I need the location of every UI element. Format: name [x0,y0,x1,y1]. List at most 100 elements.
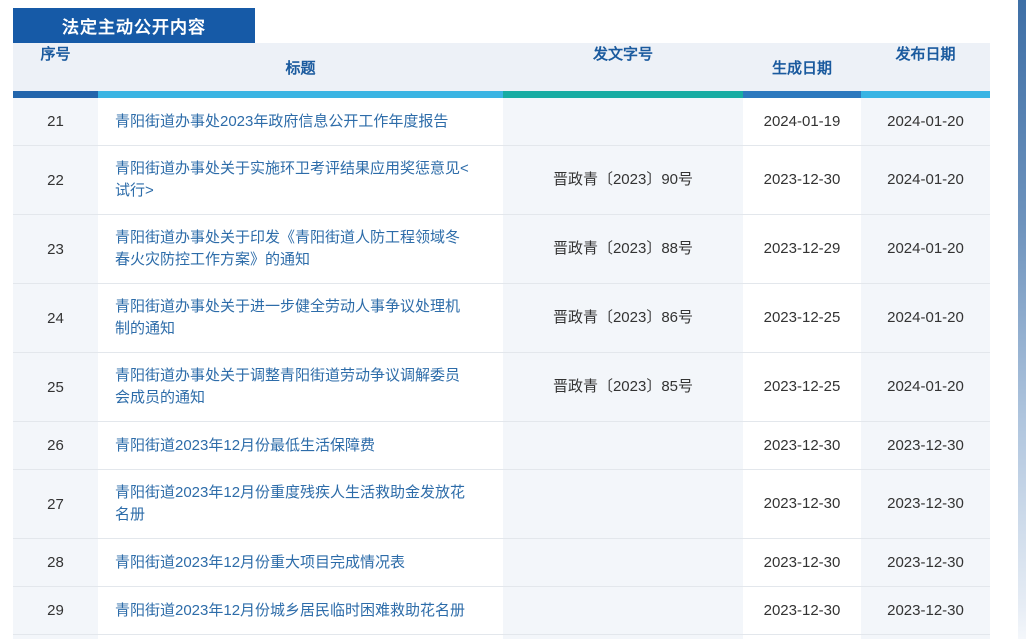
table-body: 21 青阳街道办事处2023年政府信息公开工作年度报告 2024-01-19 2… [13,98,990,639]
published-date-cell: 2023-12-30 [861,587,990,634]
row-index: 27 [13,470,98,538]
title-link[interactable]: 青阳街道2023年12月份重度残疾人生活救助金发放花名册 [115,482,471,526]
section-tab-label: 法定主动公开内容 [62,18,206,37]
table-row: 27 青阳街道2023年12月份重度残疾人生活救助金发放花名册 2023-12-… [13,470,990,539]
title-link[interactable]: 青阳街道2023年12月份最低生活保障费 [115,435,375,457]
row-index: 24 [13,284,98,352]
created-date-cell: 2023-12-30 [743,588,861,634]
table-row: 24 青阳街道办事处关于进一步健全劳动人事争议处理机制的通知 晋政青〔2023〕… [13,284,990,353]
column-header-doc-number: 发文字号 [592,46,653,63]
created-date-cell: 2023-12-29 [743,226,861,272]
published-date: 2023-12-30 [887,436,964,454]
title-cell: 青阳街道办事处2023年政府信息公开工作年度报告 [98,99,503,145]
created-date-cell: 2023-12-30 [743,540,861,586]
doc-number: 晋政青〔2023〕88号 [552,240,694,257]
published-date-cell: 2024-01-20 [861,284,990,352]
title-cell: 青阳街道2023年12月份城乡居民临时困难救助花名册 [98,588,503,634]
published-date: 2024-01-20 [887,240,964,257]
title-cell: 青阳街道办事处关于调整青阳街道劳动争议调解委员会成员的通知 [98,353,503,421]
row-index: 29 [13,587,98,634]
doc-number-cell [503,98,743,145]
doc-number: 晋政青〔2023〕90号 [552,171,694,188]
created-date: 2023-12-25 [763,378,841,395]
title-link[interactable]: 青阳街道2023年12月份重大项目完成情况表 [115,552,405,574]
created-date: 2024-01-19 [763,112,841,130]
doc-number-cell [503,635,743,639]
disclosure-table: 序号 标题 发文字号 生成日期 发布日期 21 青阳街道办事处2023年政府信息… [13,43,990,639]
table-row: 26 青阳街道2023年12月份最低生活保障费 2023-12-30 2023-… [13,422,990,470]
created-date-cell: 2023-12-25 [743,364,861,410]
created-date-cell: 2023-12-30 [743,157,861,203]
scrollbar[interactable] [1018,0,1026,639]
published-date: 2024-01-20 [887,309,964,326]
row-index: 28 [13,539,98,586]
created-date: 2023-12-30 [763,171,841,188]
row-index: 26 [13,422,98,469]
accent-segment-published-date [861,91,990,98]
column-header-title: 标题 [285,59,316,77]
row-index: 21 [13,98,98,145]
table-row: 29 青阳街道2023年12月份城乡居民临时困难救助花名册 2023-12-30… [13,587,990,635]
table-header-row: 序号 标题 发文字号 生成日期 发布日期 [13,43,990,91]
table-row [13,635,990,639]
row-index: 25 [13,353,98,421]
published-date-cell [861,635,990,639]
accent-segment-index [13,91,98,98]
doc-number-cell [503,470,743,538]
title-link[interactable]: 青阳街道2023年12月份城乡居民临时困难救助花名册 [115,600,465,622]
row-index: 22 [13,146,98,214]
doc-number: 晋政青〔2023〕86号 [552,309,694,326]
title-cell: 青阳街道办事处关于进一步健全劳动人事争议处理机制的通知 [98,284,503,352]
row-index [13,635,98,639]
title-link[interactable]: 青阳街道办事处2023年政府信息公开工作年度报告 [115,111,448,133]
table-row: 25 青阳街道办事处关于调整青阳街道劳动争议调解委员会成员的通知 晋政青〔202… [13,353,990,422]
published-date-cell: 2024-01-20 [861,146,990,214]
published-date-cell: 2024-01-20 [861,353,990,421]
title-link[interactable]: 青阳街道办事处关于进一步健全劳动人事争议处理机制的通知 [115,296,471,340]
created-date: 2023-12-30 [763,495,841,512]
title-link[interactable]: 青阳街道办事处关于调整青阳街道劳动争议调解委员会成员的通知 [115,365,471,409]
title-cell: 青阳街道办事处关于实施环卫考评结果应用奖惩意见<试行> [98,146,503,214]
created-date-cell: 2024-01-19 [743,99,861,145]
doc-number-cell: 晋政青〔2023〕85号 [503,353,743,421]
published-date-cell: 2023-12-30 [861,422,990,469]
column-header-index: 序号 [40,46,71,63]
created-date-cell: 2023-12-25 [743,295,861,341]
table-row: 22 青阳街道办事处关于实施环卫考评结果应用奖惩意见<试行> 晋政青〔2023〕… [13,146,990,215]
created-date-cell: 2023-12-30 [743,481,861,527]
created-date: 2023-12-30 [763,436,841,454]
title-cell: 青阳街道2023年12月份最低生活保障费 [98,423,503,469]
doc-number: 晋政青〔2023〕85号 [552,378,694,395]
doc-number-cell [503,587,743,634]
page: 法定主动公开内容 序号 标题 发文字号 生成日期 发布日期 21 青阳街道办事处… [0,0,1026,639]
table-row: 28 青阳街道2023年12月份重大项目完成情况表 2023-12-30 202… [13,539,990,587]
published-date: 2024-01-20 [887,378,964,395]
title-link[interactable]: 青阳街道办事处关于印发《青阳街道人防工程领域冬春火灾防控工作方案》的通知 [115,227,471,271]
column-header-published-date: 发布日期 [895,46,956,63]
created-date: 2023-12-30 [763,553,841,571]
published-date-cell: 2024-01-20 [861,98,990,145]
published-date: 2023-12-30 [887,601,964,619]
created-date: 2023-12-25 [763,309,841,326]
title-cell: 青阳街道2023年12月份重大项目完成情况表 [98,540,503,586]
accent-segment-title [98,91,503,98]
doc-number-cell [503,539,743,586]
section-tab[interactable]: 法定主动公开内容 [13,8,255,43]
row-index: 23 [13,215,98,283]
title-cell: 青阳街道2023年12月份重度残疾人生活救助金发放花名册 [98,470,503,538]
published-date-cell: 2024-01-20 [861,215,990,283]
created-date-cell: 2023-12-30 [743,423,861,469]
created-date: 2023-12-29 [763,240,841,257]
doc-number-cell: 晋政青〔2023〕86号 [503,284,743,352]
title-link[interactable]: 青阳街道办事处关于实施环卫考评结果应用奖惩意见<试行> [115,158,471,202]
accent-segment-doc-number [503,91,743,98]
header-accent-bar [13,91,990,98]
column-header-created-date: 生成日期 [771,59,832,77]
doc-number-cell: 晋政青〔2023〕88号 [503,215,743,283]
table-row: 23 青阳街道办事处关于印发《青阳街道人防工程领域冬春火灾防控工作方案》的通知 … [13,215,990,284]
published-date: 2024-01-20 [887,112,964,130]
published-date-cell: 2023-12-30 [861,470,990,538]
published-date: 2024-01-20 [887,171,964,188]
published-date: 2023-12-30 [887,553,964,571]
doc-number-cell [503,422,743,469]
